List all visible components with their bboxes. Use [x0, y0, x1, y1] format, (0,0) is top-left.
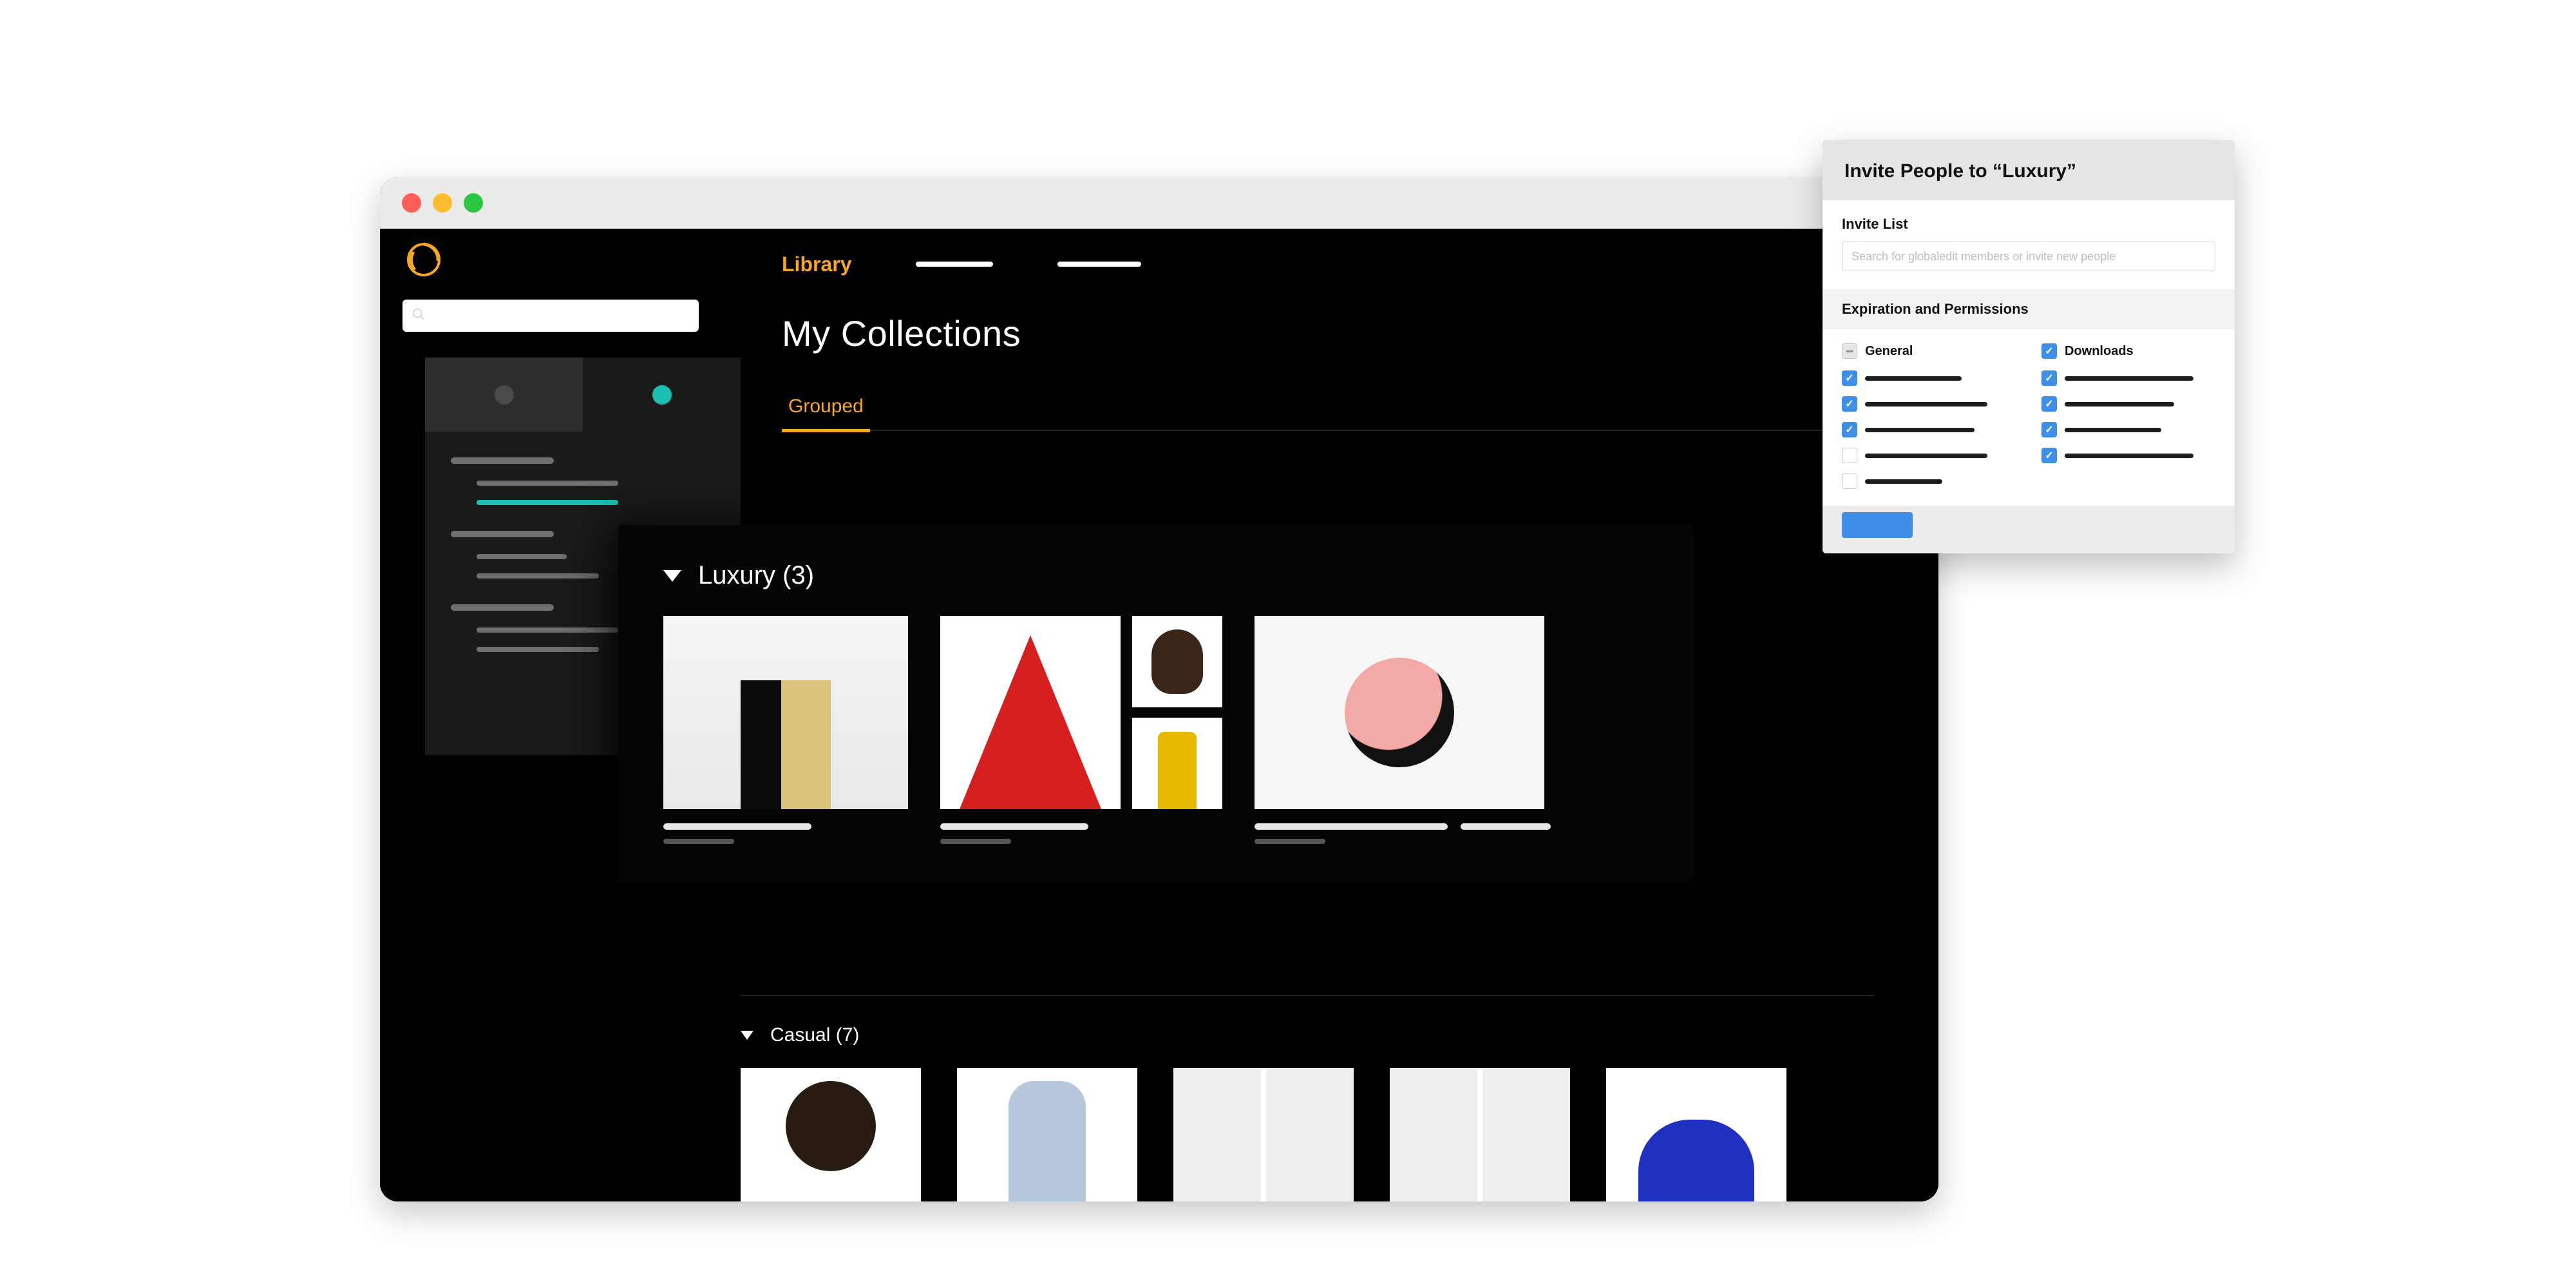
checkbox[interactable]	[1842, 448, 1857, 463]
checkbox[interactable]	[2041, 370, 2057, 386]
checkbox[interactable]	[2041, 422, 2057, 437]
dot-icon	[495, 385, 514, 405]
chevron-down-icon[interactable]	[741, 1031, 753, 1040]
app-logo-icon	[406, 242, 442, 278]
collection-thumb[interactable]	[957, 1068, 1137, 1201]
thumb-title	[1461, 823, 1551, 830]
nav-tab[interactable]	[1057, 262, 1141, 267]
main-content: Library My Collections Grouped Luxury (3…	[741, 229, 1938, 1201]
collection-thumb[interactable]	[1132, 718, 1222, 809]
dialog-title: Invite People to “Luxury”	[1823, 140, 2235, 200]
sidebar-search[interactable]	[402, 300, 699, 332]
tree-heading	[451, 604, 554, 611]
window-minimize-icon[interactable]	[433, 193, 452, 213]
divider	[741, 995, 1874, 996]
checkbox-indeterminate-icon[interactable]	[1842, 343, 1857, 359]
group-casual: Casual (7)	[741, 995, 1874, 1201]
tree-item[interactable]	[477, 647, 599, 652]
tree-item[interactable]	[477, 573, 599, 579]
group-title: Casual (7)	[770, 1024, 859, 1046]
tree-item[interactable]	[477, 481, 618, 486]
collection-thumb[interactable]	[1390, 1068, 1570, 1201]
invite-dialog: Invite People to “Luxury” Invite List Ex…	[1823, 140, 2235, 553]
page-title: My Collections	[782, 312, 1897, 354]
thumb-subtitle	[1255, 839, 1325, 844]
collection-thumb[interactable]	[741, 1068, 921, 1201]
collection-thumb[interactable]	[1132, 616, 1222, 707]
chevron-down-icon[interactable]	[663, 570, 681, 582]
sidebar-tab-1[interactable]	[425, 358, 583, 432]
thumb-title	[663, 823, 811, 830]
perm-item	[2065, 454, 2193, 458]
nav-tab[interactable]	[916, 262, 993, 267]
nav-tab-library[interactable]: Library	[782, 253, 851, 276]
collection-thumb[interactable]	[1173, 1068, 1354, 1201]
checkbox[interactable]	[1842, 422, 1857, 437]
thumb-subtitle	[663, 839, 734, 844]
collection-subtabs: Grouped	[782, 396, 1897, 431]
thumb-title	[940, 823, 1088, 830]
collection-thumb[interactable]	[1606, 1068, 1786, 1201]
thumb-title	[1255, 823, 1448, 830]
perm-col-downloads: Downloads	[2065, 344, 2134, 359]
checkbox[interactable]	[2041, 448, 2057, 463]
invite-submit-button[interactable]	[1842, 512, 1913, 538]
checkbox[interactable]	[1842, 370, 1857, 386]
collection-thumb[interactable]	[1255, 616, 1544, 809]
perm-item	[2065, 376, 2193, 381]
perm-item	[1865, 479, 1942, 484]
invite-search-input[interactable]	[1842, 242, 2215, 271]
perm-item	[1865, 454, 1987, 458]
top-nav: Library	[782, 229, 1897, 300]
app-window: Library My Collections Grouped Luxury (3…	[380, 177, 1938, 1201]
collection-thumb[interactable]	[940, 616, 1121, 809]
group-title: Luxury (3)	[698, 561, 814, 590]
tree-item[interactable]	[477, 500, 618, 505]
search-icon	[412, 307, 426, 325]
tree-item[interactable]	[477, 627, 618, 633]
invite-list-label: Invite List	[1842, 216, 2215, 233]
tree-heading	[451, 531, 554, 537]
perm-item	[1865, 376, 1962, 381]
perm-item	[1865, 428, 1975, 432]
tree-item[interactable]	[477, 554, 567, 559]
checkbox[interactable]	[2041, 396, 2057, 412]
perm-col-general: General	[1865, 344, 1913, 359]
permissions-heading: Expiration and Permissions	[1823, 289, 2235, 329]
dot-icon	[652, 385, 672, 405]
checkbox[interactable]	[1842, 396, 1857, 412]
thumb-subtitle	[940, 839, 1011, 844]
window-close-icon[interactable]	[402, 193, 421, 213]
perm-item	[2065, 428, 2161, 432]
checkbox[interactable]	[1842, 474, 1857, 489]
perm-item	[2065, 402, 2174, 407]
window-titlebar	[380, 177, 1938, 229]
sidebar-tab-2[interactable]	[583, 358, 741, 432]
tree-heading	[451, 457, 554, 464]
checkbox[interactable]	[2041, 343, 2057, 359]
window-zoom-icon[interactable]	[464, 193, 483, 213]
group-card-luxury: Luxury (3)	[618, 525, 1694, 883]
subtab-grouped[interactable]: Grouped	[782, 396, 870, 432]
perm-item	[1865, 402, 1987, 407]
collection-thumb[interactable]	[663, 616, 908, 809]
